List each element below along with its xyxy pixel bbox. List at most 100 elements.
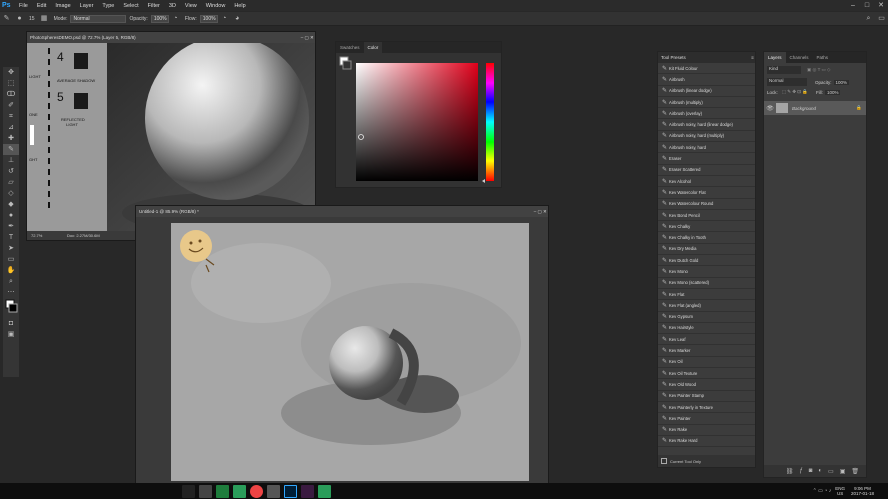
healing-tool-icon[interactable]: ✚ bbox=[3, 133, 19, 144]
preset-item[interactable]: ✎ Kit Fluid Colour bbox=[658, 63, 755, 75]
layer-row-background[interactable]: 👁 Background 🔒 bbox=[764, 101, 866, 115]
tray-icons[interactable]: ⌃ ▭ ◔ ♪ bbox=[813, 488, 832, 494]
close-icon[interactable]: ✕ bbox=[874, 0, 888, 11]
document-window-controls[interactable]: – ▢ ✕ bbox=[301, 35, 315, 41]
stamp-tool-icon[interactable]: ⊥ bbox=[3, 155, 19, 166]
move-tool-icon[interactable]: ✥ bbox=[3, 67, 19, 78]
preset-item[interactable]: ✎ Kev Painterly in Texture bbox=[658, 402, 755, 414]
menu-type[interactable]: Type bbox=[102, 3, 114, 9]
path-select-icon[interactable]: ➤ bbox=[3, 243, 19, 254]
preset-item[interactable]: ✎ Airbrush noisy, hard bbox=[658, 142, 755, 154]
menu-view[interactable]: View bbox=[185, 3, 197, 9]
preset-item[interactable]: ✎ Airbrush (overlay) bbox=[658, 108, 755, 120]
crop-tool-icon[interactable]: ⌗ bbox=[3, 111, 19, 122]
app-icon-4[interactable] bbox=[267, 484, 280, 498]
document-window-controls-2[interactable]: – ▢ ✕ bbox=[534, 209, 548, 215]
app-icon-1[interactable] bbox=[216, 484, 229, 498]
preset-item[interactable]: ✎ Kev Painter Stamp bbox=[658, 391, 755, 402]
tab-tool-presets[interactable]: Tool Presets bbox=[661, 55, 686, 60]
preset-item[interactable]: ✎ Kev Marker bbox=[658, 345, 755, 357]
task-view-icon[interactable] bbox=[199, 484, 212, 498]
mask-icon[interactable]: ◙ bbox=[809, 468, 813, 474]
preset-item[interactable]: ✎ Airbrush (multiply) bbox=[658, 97, 755, 109]
preset-item[interactable]: ✎ Kev Old Wood bbox=[658, 379, 755, 391]
zoom-level[interactable]: 72.7% bbox=[27, 233, 67, 238]
preset-item[interactable]: ✎ Kev Alcohol bbox=[658, 176, 755, 188]
preset-item[interactable]: ✎ Kev Dutch Gold bbox=[658, 255, 755, 267]
quick-mask-icon[interactable]: ◘ bbox=[3, 318, 19, 329]
filter-icons[interactable]: ▣ ◎ T ▭ ◇ bbox=[807, 67, 830, 73]
preset-item[interactable]: ✎ Kev Chalky in Tooth bbox=[658, 232, 755, 244]
marquee-tool-icon[interactable]: ⬚ bbox=[3, 78, 19, 89]
lasso-tool-icon[interactable]: ↀ bbox=[3, 89, 19, 100]
brush-panel-icon[interactable]: ▦ bbox=[40, 14, 49, 23]
blur-tool-icon[interactable]: ◆ bbox=[3, 199, 19, 210]
brush-tool-icon[interactable]: ✎ bbox=[2, 14, 11, 23]
layer-opacity-input[interactable]: 100% bbox=[833, 79, 850, 85]
preset-item[interactable]: ✎ Kev Oil bbox=[658, 357, 755, 369]
preset-item[interactable]: ✎ Kev Chalky bbox=[658, 221, 755, 233]
adjustment-icon[interactable]: ◐ bbox=[818, 468, 822, 474]
preset-item[interactable]: ✎ Kev Rake bbox=[658, 425, 755, 436]
tab-channels[interactable]: Channels bbox=[786, 52, 813, 63]
fx-icon[interactable]: ƒ bbox=[799, 468, 802, 474]
shape-tool-icon[interactable]: ▭ bbox=[3, 254, 19, 265]
preset-item[interactable]: ✎ Airbrush noisy, hard (linear dodge) bbox=[658, 119, 755, 131]
menu-file[interactable]: File bbox=[19, 3, 28, 9]
chrome-icon[interactable] bbox=[250, 484, 263, 498]
preset-item[interactable]: ✎ Eraser Scattered bbox=[658, 165, 755, 176]
blend-mode-select[interactable]: Normal bbox=[767, 78, 807, 86]
type-tool-icon[interactable]: T bbox=[3, 232, 19, 243]
link-layers-icon[interactable]: ⛓ bbox=[786, 468, 794, 475]
visibility-eye-icon[interactable]: 👁 bbox=[764, 105, 776, 112]
bucket-tool-icon[interactable]: ◇ bbox=[3, 188, 19, 199]
pressure-size-icon[interactable]: ◕ bbox=[233, 14, 242, 23]
preset-item[interactable]: ✎ Kev Gypsum bbox=[658, 312, 755, 323]
preset-item[interactable]: ✎ Kev Flat bbox=[658, 289, 755, 301]
dodge-tool-icon[interactable]: ● bbox=[3, 210, 19, 221]
preset-item[interactable]: ✎ Kev Leaf bbox=[658, 334, 755, 346]
group-icon[interactable]: ▭ bbox=[828, 468, 834, 475]
fill-input[interactable]: 100% bbox=[824, 89, 841, 95]
eraser-tool-icon[interactable]: ▱ bbox=[3, 177, 19, 188]
workspace-icon[interactable]: ▭ bbox=[877, 14, 886, 23]
preset-item[interactable]: ✎ Kev Bond Pencil bbox=[658, 210, 755, 222]
preset-item[interactable]: ✎ Kev Flat (angled) bbox=[658, 300, 755, 312]
panel-menu-icon[interactable]: ≡ bbox=[751, 55, 755, 60]
layer-filter-kind[interactable]: Kind bbox=[767, 66, 801, 74]
preset-item[interactable]: ✎ Kev Oil Texture bbox=[658, 368, 755, 380]
zoom-tool-icon[interactable]: ⌕ bbox=[3, 276, 19, 287]
quick-select-tool-icon[interactable]: ✐ bbox=[3, 100, 19, 111]
menu-select[interactable]: Select bbox=[123, 3, 138, 9]
preset-item[interactable]: ✎ Kev Dry Media bbox=[658, 244, 755, 256]
maximize-icon[interactable]: □ bbox=[860, 0, 874, 11]
color-picker[interactable] bbox=[336, 53, 501, 183]
preset-item[interactable]: ✎ Airbrush bbox=[658, 74, 755, 86]
tab-color[interactable]: Color bbox=[363, 42, 383, 53]
color-swatches-icon[interactable] bbox=[3, 298, 19, 318]
current-tool-only-checkbox[interactable] bbox=[661, 458, 667, 464]
mode-select[interactable]: Normal bbox=[70, 14, 127, 23]
tab-swatches[interactable]: Swatches bbox=[336, 42, 364, 53]
menu-filter[interactable]: Filter bbox=[148, 3, 160, 9]
brush-preset-icon[interactable]: ● bbox=[15, 14, 24, 23]
new-layer-icon[interactable]: ▣ bbox=[840, 468, 846, 475]
layer-name[interactable]: Background bbox=[792, 106, 856, 111]
pressure-opacity-icon[interactable]: ◔ bbox=[171, 14, 180, 23]
menu-image[interactable]: Image bbox=[55, 3, 70, 9]
more-tools-icon[interactable]: ⋯ bbox=[3, 287, 19, 298]
menu-edit[interactable]: Edit bbox=[37, 3, 46, 9]
lock-icons[interactable]: ⬚ ✎ ✥ ⊡ 🔒 bbox=[782, 89, 808, 95]
preset-item[interactable]: ✎ Airbrush (linear dodge) bbox=[658, 86, 755, 97]
preset-item[interactable]: ✎ Kev Mono (scattered) bbox=[658, 278, 755, 289]
search-icon[interactable]: ⌕ bbox=[864, 14, 873, 23]
menu-layer[interactable]: Layer bbox=[80, 3, 94, 9]
menu-window[interactable]: Window bbox=[206, 3, 226, 9]
pen-tool-icon[interactable]: ✒ bbox=[3, 221, 19, 232]
app-icon-6[interactable] bbox=[301, 484, 314, 498]
history-brush-icon[interactable]: ↺ bbox=[3, 166, 19, 177]
airbrush-icon[interactable]: ◔ bbox=[220, 14, 229, 23]
start-icon[interactable] bbox=[182, 484, 195, 498]
tab-layers[interactable]: Layers bbox=[764, 52, 786, 63]
preset-item[interactable]: ✎ Kev Painter bbox=[658, 413, 755, 425]
